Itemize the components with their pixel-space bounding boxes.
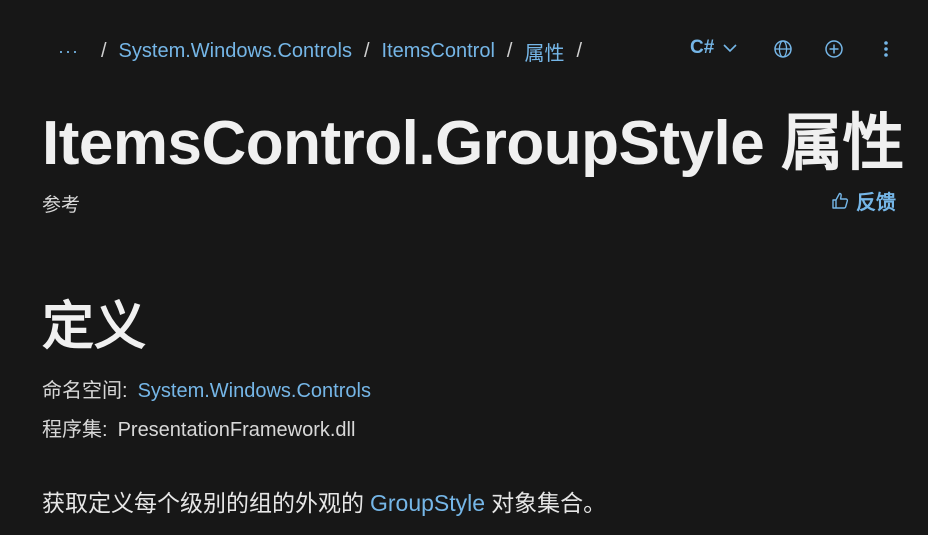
assembly-value: PresentationFramework.dll [117,419,356,441]
assembly-row: 程序集: PresentationFramework.dll [42,413,355,442]
thumbs-up-icon [832,192,849,209]
language-selector-label: C# [690,37,715,58]
more-vertical-icon[interactable] [875,38,897,60]
page-title: ItemsControl.GroupStyle 属性 [42,109,904,178]
definition-heading: 定义 [42,298,147,356]
feedback-button[interactable]: 反馈 [830,186,896,215]
summary-text: 获取定义每个级别的组的外观的 GroupStyle 对象集合。 [42,484,606,518]
namespace-link[interactable]: System.Windows.Controls [138,380,371,402]
namespace-label: 命名空间: [42,380,128,402]
summary-after: 对象集合。 [491,490,607,516]
namespace-row: 命名空间: System.Windows.Controls [42,374,371,403]
feedback-label: 反馈 [856,192,896,214]
breadcrumb-more-button[interactable]: ··· [58,41,79,62]
assembly-label: 程序集: [42,419,108,441]
breadcrumb-link-namespace[interactable]: System.Windows.Controls [119,40,352,63]
groupstyle-link[interactable]: GroupStyle [370,490,485,516]
breadcrumb-separator: / [100,40,107,62]
breadcrumb-separator: / [506,40,513,62]
breadcrumb-separator: / [363,40,370,62]
language-selector[interactable]: C# [690,37,738,59]
chevron-down-icon [723,44,737,53]
top-bar: ··· / System.Windows.Controls / ItemsCon… [0,0,928,100]
breadcrumb-link-properties[interactable]: 属性 [524,37,564,66]
docs-page: ··· / System.Windows.Controls / ItemsCon… [0,0,928,535]
globe-icon[interactable] [772,38,794,60]
breadcrumb-separator: / [576,40,583,62]
add-circle-icon[interactable] [823,38,845,60]
reference-label: 参考 [42,195,81,216]
breadcrumb: ··· / System.Windows.Controls / ItemsCon… [58,37,594,66]
summary-before: 获取定义每个级别的组的外观的 [42,490,364,516]
breadcrumb-link-class[interactable]: ItemsControl [382,40,495,63]
